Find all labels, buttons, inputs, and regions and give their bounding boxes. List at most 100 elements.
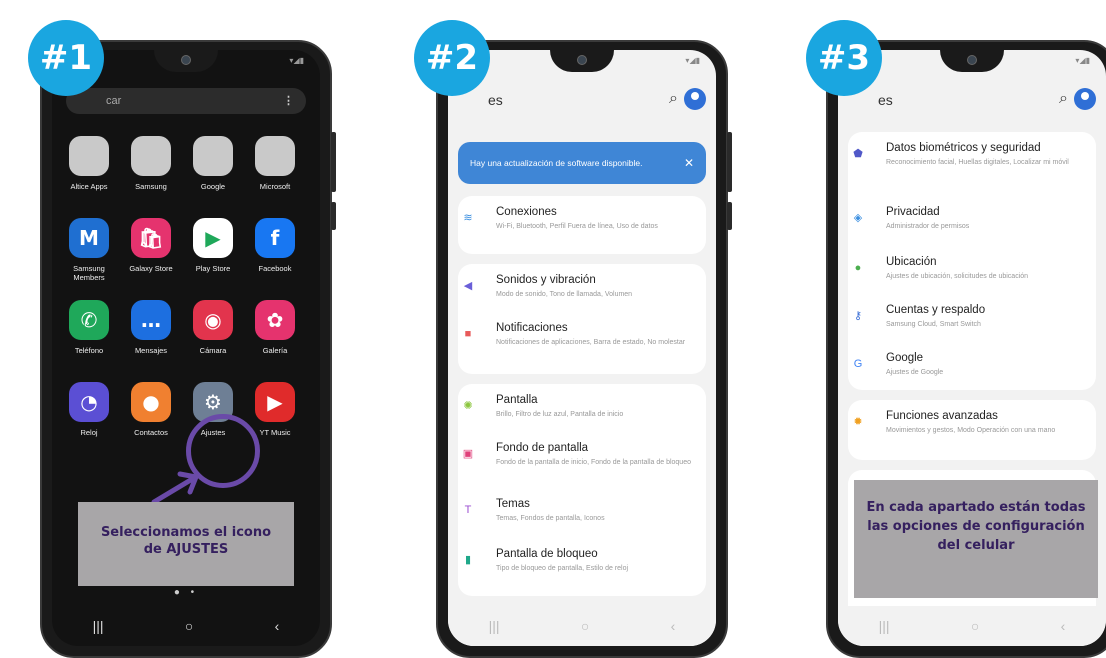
app-microsoft-icon: [255, 136, 295, 176]
back-button[interactable]: ‹: [1061, 618, 1066, 634]
search-bar[interactable]: car ⋮: [66, 88, 306, 114]
home-button[interactable]: ○: [185, 618, 193, 634]
gear-plus-icon: ✹: [853, 416, 863, 428]
location-icon: ●: [854, 262, 862, 274]
settings-item-notificaciones[interactable]: ■ Notificaciones Notificaciones de aplicac…: [448, 322, 716, 362]
app-samsung[interactable]: Samsung: [120, 136, 182, 191]
settings-item-subtitle: Fondo de la pantalla de inicio, Fondo de…: [496, 459, 691, 466]
app-label: Galería: [262, 346, 288, 355]
settings-item-subtitle: Wi-Fi, Bluetooth, Perfil Fuera de línea,…: [496, 223, 658, 230]
settings-item-temas[interactable]: T Temas Temas, Fondos de pantalla, Iconos: [448, 498, 716, 538]
settings-item-subtitle: Modo de sonido, Tono de llamada, Volumen: [496, 291, 633, 298]
app-google[interactable]: Google: [182, 136, 244, 191]
app-samsung-members[interactable]: M Samsung Members: [58, 218, 120, 282]
software-update-banner[interactable]: Hay una actualización de software dispon…: [458, 142, 706, 184]
app-galer-a[interactable]: ✿ Galería: [244, 300, 306, 355]
app-label: Altice Apps: [70, 182, 108, 191]
app-reloj-icon: ◔: [69, 382, 109, 422]
app-label: Samsung Members: [73, 264, 105, 282]
settings-item-google[interactable]: G Google Ajustes de Google: [838, 352, 1106, 392]
navigation-bar: ||| ○ ‹: [52, 606, 320, 646]
account-icon[interactable]: [684, 88, 706, 110]
navigation-bar: ||| ○ ‹: [448, 606, 716, 646]
settings-item-subtitle: Temas, Fondos de pantalla, Iconos: [496, 515, 605, 522]
app-c-mara-icon: ◉: [193, 300, 233, 340]
settings-item-funciones-avanzadas[interactable]: ✹ Funciones avanzadas Movimientos y gestos…: [838, 410, 1106, 450]
back-button[interactable]: ‹: [671, 618, 676, 634]
app-label: Mensajes: [134, 346, 168, 355]
settings-item-pantalla[interactable]: ✺ Pantalla Brillo, Filtro de luz azul, Pan…: [448, 394, 716, 434]
app-google-icon: [193, 136, 233, 176]
step-badge-1: #1: [28, 20, 104, 96]
settings-item-conexiones[interactable]: ≋ Conexiones Wi-Fi, Bluetooth, Perfil Fuer…: [448, 206, 716, 246]
settings-item-privacidad[interactable]: ◈ Privacidad Administrador de permisos: [838, 206, 1106, 246]
app-galer-a-icon: ✿: [255, 300, 295, 340]
display-icon: ✺: [463, 400, 473, 412]
settings-item-title: Pantalla: [496, 394, 538, 406]
page-title: es: [488, 92, 503, 108]
app-reloj[interactable]: ◔ Reloj: [58, 382, 120, 437]
settings-screen: ▾◢▮ es ⌕ Hay una actualización de softwa…: [448, 50, 716, 646]
more-options-icon[interactable]: ⋮: [283, 88, 294, 114]
settings-item-ubicacion[interactable]: ● Ubicación Ajustes de ubicación, solicitu…: [838, 256, 1106, 296]
settings-item-fondo-de-pantalla[interactable]: ▣ Fondo de pantalla Fondo de la pantalla d…: [448, 442, 716, 482]
app-label: Samsung: [135, 182, 167, 191]
app-play-store-icon: ▶: [193, 218, 233, 258]
settings-item-pantalla-de-bloqueo[interactable]: ▮ Pantalla de bloqueo Tipo de bloqueo de p…: [448, 548, 716, 588]
app-samsung-members-icon: M: [69, 218, 109, 258]
step-badge-2: #2: [414, 20, 490, 96]
page-title: es: [878, 92, 893, 108]
back-button[interactable]: ‹: [275, 618, 280, 634]
settings-item-subtitle: Reconocimiento facial, Huellas digitales…: [886, 159, 1069, 166]
settings-item-subtitle: Administrador de permisos: [886, 223, 970, 230]
search-icon[interactable]: ⌕: [669, 90, 678, 108]
settings-item-subtitle: Movimientos y gestos, Modo Operación con…: [886, 427, 1056, 434]
app-yt-music[interactable]: ▶ YT Music: [244, 382, 306, 437]
app-c-mara[interactable]: ◉ Cámara: [182, 300, 244, 355]
app-play-store[interactable]: ▶ Play Store: [182, 218, 244, 273]
app-label: Facebook: [258, 264, 292, 273]
app-contactos[interactable]: ● Contactos: [120, 382, 182, 437]
google-icon: G: [853, 358, 863, 370]
power-button: [727, 202, 732, 230]
recents-button[interactable]: |||: [879, 618, 890, 634]
signal-battery-icon: ▾◢▮: [1075, 56, 1090, 65]
close-icon[interactable]: ✕: [684, 142, 694, 184]
settings-item-sonidos-y-vibracion[interactable]: ◀ Sonidos y vibración Modo de sonido, Tono…: [448, 274, 716, 314]
wallpaper-icon: ▣: [462, 448, 474, 460]
home-button[interactable]: ○: [581, 618, 589, 634]
app-microsoft[interactable]: Microsoft: [244, 136, 306, 191]
volume-icon: ◀: [463, 280, 473, 292]
app-tel-fono[interactable]: ✆ Teléfono: [58, 300, 120, 355]
app-galaxy-store[interactable]: 🛍 Galaxy Store: [120, 218, 182, 273]
settings-item-title: Conexiones: [496, 206, 557, 218]
settings-item-datos-biometricos-y-seguridad[interactable]: ⬟ Datos biométricos y seguridad Reconocimi…: [838, 142, 1106, 182]
settings-item-subtitle: Ajustes de ubicación, solicitudes de ubi…: [886, 273, 1029, 280]
app-label: Google: [200, 182, 226, 191]
settings-item-subtitle: Tipo de bloqueo de pantalla, Estilo de r…: [496, 565, 629, 572]
shield-icon: ⬟: [853, 148, 863, 160]
app-label: Galaxy Store: [129, 264, 173, 273]
settings-item-title: Sonidos y vibración: [496, 274, 596, 286]
app-mensajes[interactable]: … Mensajes: [120, 300, 182, 355]
recents-button[interactable]: |||: [93, 618, 104, 634]
settings-item-title: Temas: [496, 498, 530, 510]
app-facebook-icon: f: [255, 218, 295, 258]
app-mensajes-icon: …: [131, 300, 171, 340]
app-altice-apps[interactable]: Altice Apps: [58, 136, 120, 191]
app-facebook[interactable]: f Facebook: [244, 218, 306, 273]
settings-item-title: Pantalla de bloqueo: [496, 548, 598, 560]
settings-item-cuentas-y-respaldo[interactable]: ⚷ Cuentas y respaldo Samsung Cloud, Smart …: [838, 304, 1106, 344]
phone-2: ▾◢▮ es ⌕ Hay una actualización de softwa…: [436, 40, 732, 658]
wifi-icon: ≋: [463, 212, 473, 224]
settings-item-subtitle: Brillo, Filtro de luz azul, Pantalla de …: [496, 411, 624, 418]
home-button[interactable]: ○: [971, 618, 979, 634]
settings-header: es ⌕: [448, 72, 716, 126]
app-tel-fono-icon: ✆: [69, 300, 109, 340]
account-icon[interactable]: [1074, 88, 1096, 110]
settings-item-subtitle: Samsung Cloud, Smart Switch: [886, 321, 981, 328]
app-contactos-icon: ●: [131, 382, 171, 422]
settings-item-subtitle: Ajustes de Google: [886, 369, 944, 376]
search-icon[interactable]: ⌕: [1059, 90, 1068, 108]
recents-button[interactable]: |||: [489, 618, 500, 634]
